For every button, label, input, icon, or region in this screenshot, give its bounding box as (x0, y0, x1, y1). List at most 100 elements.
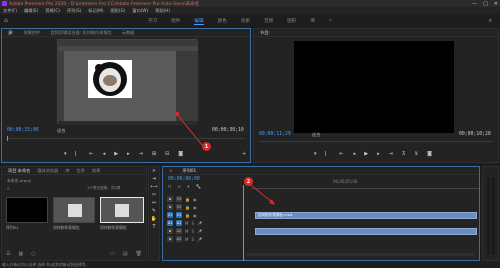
close-button[interactable]: ✕ (494, 1, 498, 7)
track-target[interactable]: ▪ (167, 236, 173, 242)
home-icon[interactable]: ⌂ (4, 17, 8, 24)
program-fit-dropdown[interactable]: 适合 (312, 132, 320, 138)
type-tool-icon[interactable]: T (149, 223, 159, 231)
step-back-icon[interactable]: ◂ (103, 151, 106, 157)
tab-project[interactable]: 项目:未命名 (8, 168, 30, 174)
selection-tool-icon[interactable]: ➤ (149, 167, 159, 175)
icon-view-icon[interactable]: ▦ (18, 251, 23, 257)
menu-file[interactable]: 文件(F) (3, 8, 17, 14)
overwrite-icon[interactable]: ⊟ (165, 151, 169, 157)
mic-icon[interactable]: 🎤 (197, 237, 202, 242)
mark-in-icon[interactable]: ▾ (64, 151, 67, 157)
tab-audio-clip-mixer[interactable]: 音频剪辑混合器: 如何制作表情包 (50, 30, 111, 36)
tab-effect-controls[interactable]: 效果控件 (24, 30, 41, 36)
track-label-v1[interactable]: V1 (176, 212, 182, 218)
play-icon[interactable]: ▶ (114, 151, 118, 157)
mark-out-icon[interactable]: ⎸ (76, 151, 81, 157)
prog-go-to-out-icon[interactable]: ⇥ (389, 151, 393, 157)
tab-program[interactable]: 节目: (260, 30, 270, 36)
workspace-tab-graphics[interactable]: 图形 (287, 18, 296, 25)
project-thumb-2-selected[interactable] (100, 197, 144, 223)
workspace-tab-effects[interactable]: 效果 (241, 18, 250, 25)
tab-metadata[interactable]: 元数据 (122, 30, 135, 36)
prog-export-frame-icon[interactable]: ◙ (427, 151, 432, 157)
list-view-icon[interactable]: ☰ (6, 251, 10, 257)
razor-tool-icon[interactable]: ✂ (149, 191, 159, 199)
workspace-tab-assembly[interactable]: 组件 (171, 18, 180, 25)
track-label-v2[interactable]: V2 (176, 204, 182, 210)
pen-tool-icon[interactable]: ✎ (149, 207, 159, 215)
new-bin-icon[interactable]: ▭ (110, 251, 115, 257)
tab-media-browser[interactable]: 媒体浏览器 (37, 168, 58, 174)
tab-libraries[interactable]: 库 (65, 168, 69, 174)
snap-icon[interactable]: ⊓ (168, 185, 172, 190)
menu-graphics[interactable]: 图形(G) (111, 8, 126, 14)
track-target[interactable]: V1 (167, 212, 173, 218)
prog-step-forward-icon[interactable]: ▸ (377, 151, 380, 157)
mic-icon[interactable]: 🎤 (197, 221, 202, 226)
step-forward-icon[interactable]: ▸ (127, 151, 130, 157)
prog-go-to-in-icon[interactable]: ⇤ (340, 151, 344, 157)
track-target[interactable]: A1 (167, 220, 173, 226)
source-settings-icon[interactable]: + (242, 151, 246, 157)
tab-effects[interactable]: 效果 (92, 168, 100, 174)
timeline-horizontal-scrollbar[interactable] (245, 253, 475, 256)
source-playhead[interactable] (7, 136, 8, 141)
search-icon[interactable]: ⌕ (7, 186, 10, 192)
source-scrub-bar[interactable] (7, 138, 245, 139)
lock-icon[interactable]: 🔒 (185, 197, 190, 202)
workspace-tab-libraries[interactable]: 库 (310, 18, 315, 25)
new-item-icon[interactable]: ▤ (123, 251, 128, 257)
maximize-button[interactable]: □ (483, 1, 488, 7)
tab-sequence[interactable]: 序列01 (183, 168, 197, 174)
go-to-in-icon[interactable]: ⇤ (90, 151, 94, 157)
menu-clip[interactable]: 剪辑(C) (45, 8, 60, 14)
mute-icon[interactable]: M (185, 221, 188, 226)
extract-icon[interactable]: ⊻ (415, 151, 419, 157)
eye-icon[interactable]: ◉ (193, 213, 197, 218)
menu-sequence[interactable]: 序列(S) (67, 8, 81, 14)
workspace-tab-color[interactable]: 颜色 (218, 18, 227, 25)
project-thumb-1[interactable] (53, 197, 95, 223)
hand-tool-icon[interactable]: ✋ (149, 215, 159, 223)
workspace-tab-audio[interactable]: 音频 (264, 18, 273, 25)
track-label-a2[interactable]: A2 (176, 228, 182, 234)
timeline-playhead[interactable] (243, 185, 244, 261)
workspace-tab-learn[interactable]: 学习 (148, 18, 157, 25)
track-target[interactable]: ▪ (167, 228, 173, 234)
zoom-slider-icon[interactable]: ○ (31, 251, 35, 257)
solo-icon[interactable]: S (191, 221, 194, 226)
workspace-overflow-button[interactable]: » (329, 18, 332, 25)
close-icon[interactable]: ✕ (169, 168, 173, 173)
mic-icon[interactable]: 🎤 (197, 229, 202, 234)
trash-icon[interactable]: 🗑 (136, 251, 142, 257)
eye-icon[interactable]: ◉ (193, 205, 197, 210)
eye-icon[interactable]: ◉ (193, 197, 197, 202)
timeline-ruler[interactable] (251, 188, 479, 189)
ripple-edit-tool-icon[interactable]: ⟷ (149, 183, 159, 191)
prog-play-icon[interactable]: ▶ (364, 151, 368, 157)
add-marker-icon[interactable]: ▾ (187, 185, 189, 190)
video-clip[interactable]: 如何制作表情包.mp4 (255, 212, 477, 219)
wrench-icon[interactable]: 🔧 (196, 185, 202, 190)
lift-icon[interactable]: ⊼ (402, 151, 406, 157)
tab-info[interactable]: 信息 (77, 168, 85, 174)
timeline-timecode[interactable]: 00;00;00;00 (168, 177, 200, 182)
menu-edit[interactable]: 编辑(E) (24, 8, 38, 14)
audio-clip[interactable] (255, 228, 477, 235)
tab-source[interactable]: 源: (8, 30, 14, 36)
prog-step-back-icon[interactable]: ◂ (353, 151, 356, 157)
slip-tool-icon[interactable]: ↔ (149, 199, 159, 207)
source-timecode[interactable]: 00;00;15;06 (7, 128, 39, 133)
project-thumb-0[interactable] (6, 197, 48, 223)
track-label-a1[interactable]: A1 (176, 220, 182, 226)
menu-window[interactable]: 窗口(W) (132, 8, 148, 14)
go-to-out-icon[interactable]: ⇥ (139, 151, 143, 157)
lock-icon[interactable]: 🔒 (185, 205, 190, 210)
solo-icon[interactable]: S (191, 229, 194, 234)
track-target[interactable]: ▪ (167, 204, 173, 210)
menu-help[interactable]: 帮助(H) (155, 8, 170, 14)
prog-mark-out-icon[interactable]: ⎸ (326, 151, 331, 157)
mute-icon[interactable]: M (185, 237, 188, 242)
search-icon[interactable]: ⌕ (489, 17, 492, 25)
